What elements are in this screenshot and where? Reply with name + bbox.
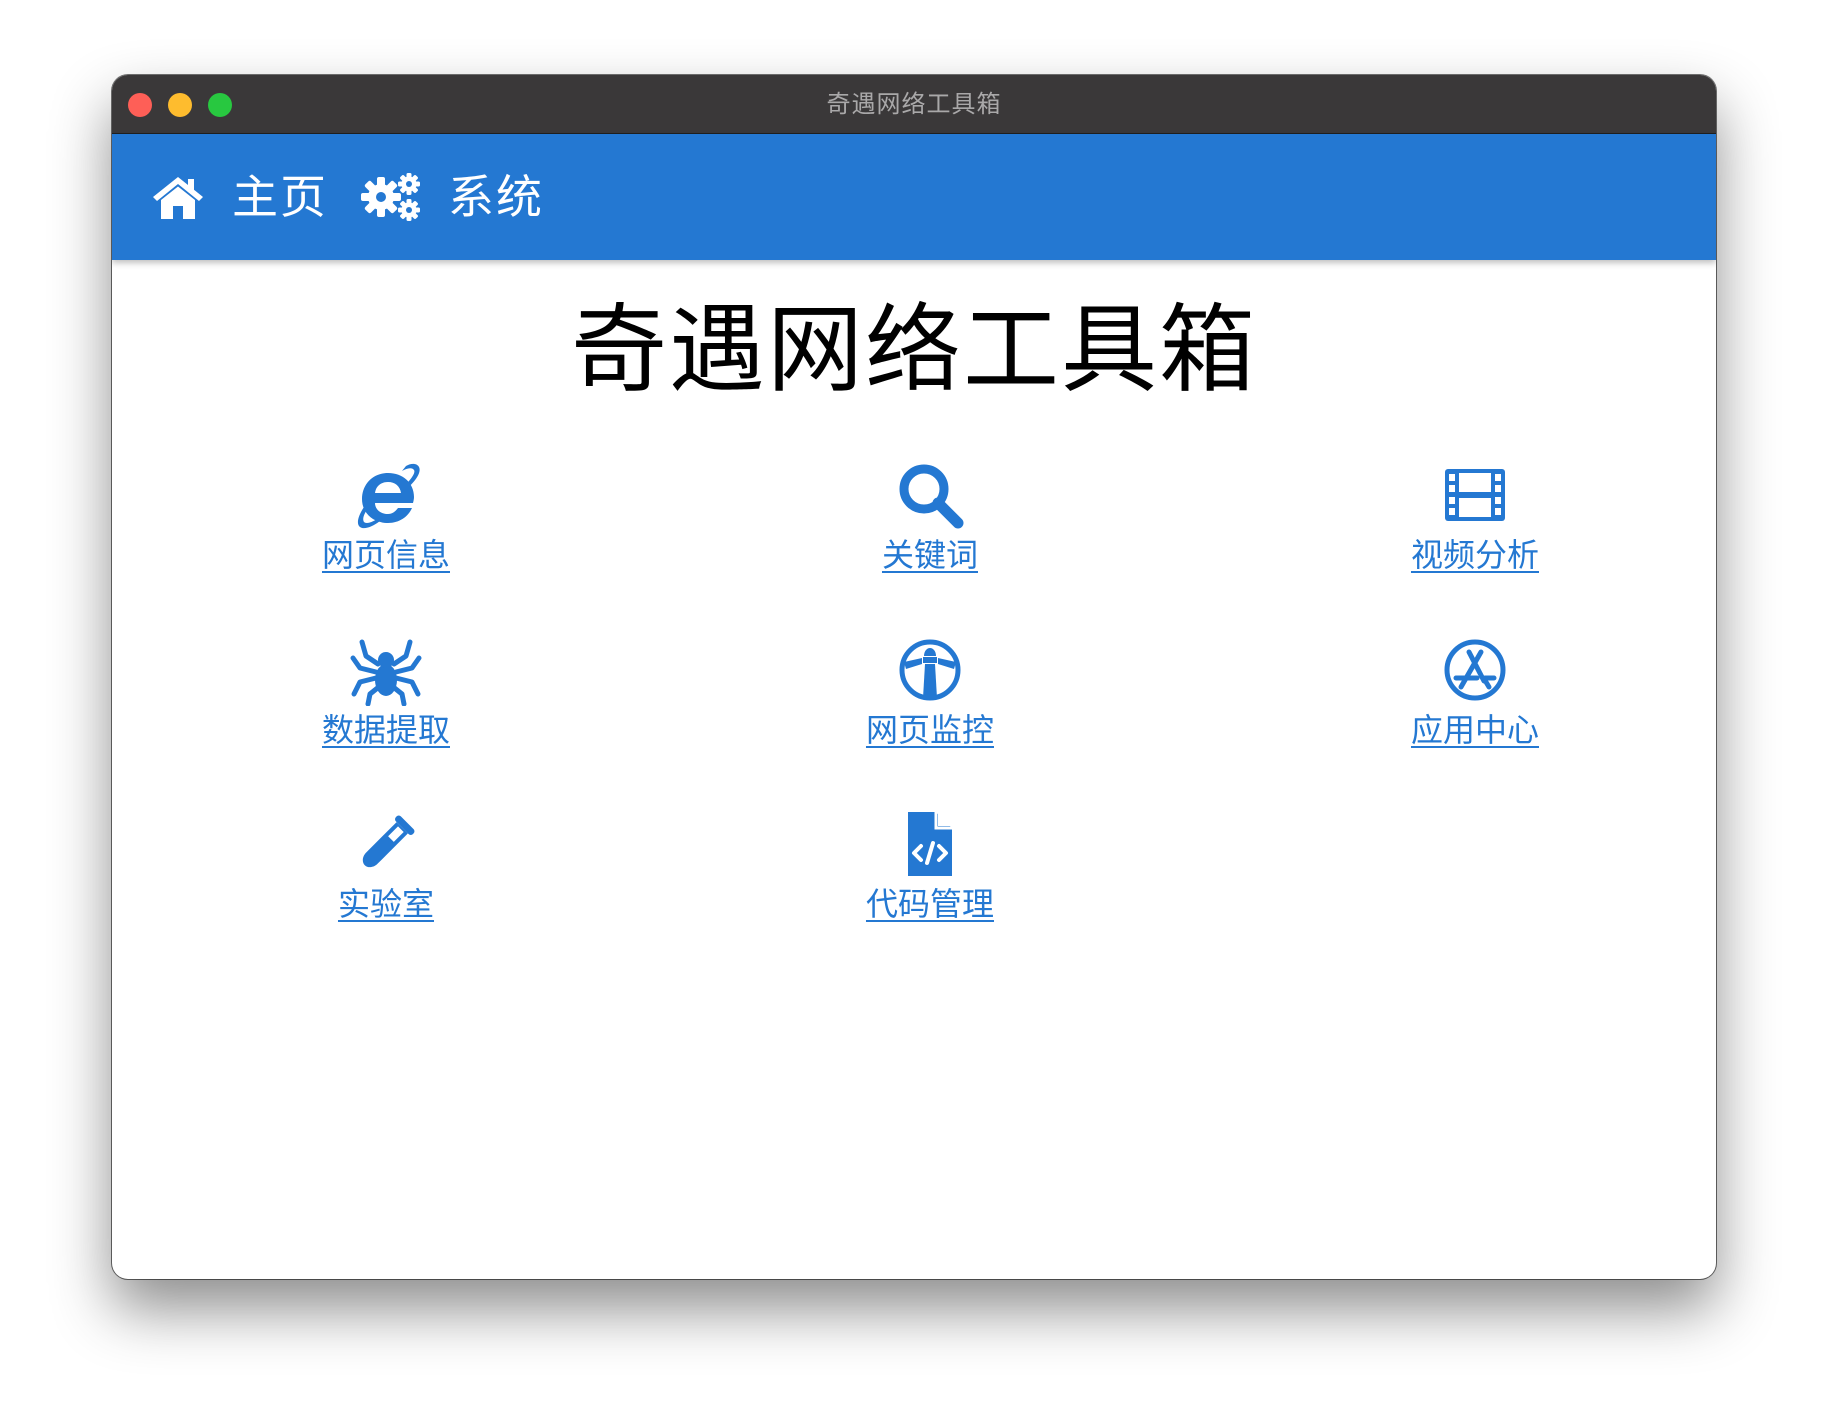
nav-system[interactable]: 系统	[360, 134, 544, 260]
tool-app-center-label: 应用中心	[1410, 711, 1539, 749]
gears-icon	[360, 172, 422, 222]
test-tube-icon	[350, 808, 422, 880]
nav-home-label: 主页	[232, 170, 328, 224]
desktop-background: 奇遇网络工具箱 主页 系统 奇遇网络工具箱 网页信息 关键词 视频分析 数据提取…	[0, 0, 1824, 1424]
tool-lab[interactable]: 实验室	[266, 808, 506, 924]
window-title: 奇遇网络工具箱	[826, 90, 1002, 118]
tool-web-monitor-label: 网页监控	[865, 711, 994, 749]
tool-data-extract-label: 数据提取	[321, 711, 450, 749]
code-file-icon	[894, 808, 966, 880]
lighthouse-icon	[894, 634, 966, 706]
home-icon	[150, 173, 206, 221]
app-window: 奇遇网络工具箱 主页 系统 奇遇网络工具箱 网页信息 关键词 视频分析 数据提取…	[112, 75, 1716, 1279]
tool-keyword-label: 关键词	[881, 536, 978, 574]
nav-system-label: 系统	[448, 170, 544, 224]
tool-video-analysis-label: 视频分析	[1410, 536, 1539, 574]
internet-explorer-icon	[350, 459, 422, 531]
spider-icon	[350, 634, 422, 707]
tool-app-center[interactable]: 应用中心	[1355, 634, 1595, 750]
title-bar[interactable]: 奇遇网络工具箱	[112, 75, 1716, 134]
page-title: 奇遇网络工具箱	[571, 294, 1257, 406]
search-icon	[894, 459, 966, 531]
tool-keyword[interactable]: 关键词	[810, 459, 1050, 575]
nav-home[interactable]: 主页	[150, 134, 328, 260]
tool-data-extract[interactable]: 数据提取	[266, 634, 506, 750]
tool-code-manage[interactable]: 代码管理	[810, 808, 1050, 924]
top-navbar: 主页 系统	[112, 134, 1716, 260]
tool-web-monitor[interactable]: 网页监控	[810, 634, 1050, 750]
tool-video-analysis[interactable]: 视频分析	[1355, 459, 1595, 575]
tool-web-info[interactable]: 网页信息	[266, 459, 506, 575]
film-icon	[1439, 459, 1511, 531]
app-store-icon	[1439, 634, 1511, 706]
tool-web-info-label: 网页信息	[321, 536, 450, 574]
tool-lab-label: 实验室	[337, 885, 434, 923]
tool-code-manage-label: 代码管理	[865, 885, 994, 923]
